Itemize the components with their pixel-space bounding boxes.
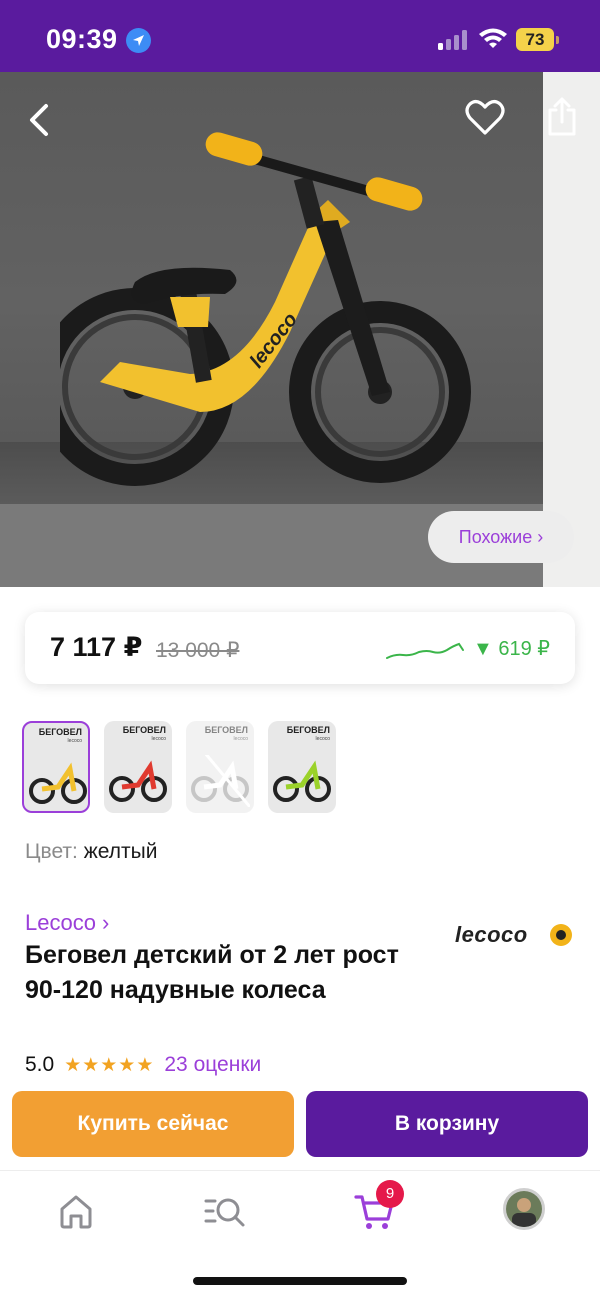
product-image-gallery[interactable]: lecoco Похожие ›	[0, 72, 600, 587]
current-price: 7 117 ₽	[50, 632, 143, 662]
variant-red[interactable]: БЕГОВЕЛ lecoco	[104, 721, 172, 813]
back-arrow-icon[interactable]	[22, 100, 58, 140]
variant-label: БЕГОВЕЛ	[122, 725, 166, 735]
buy-now-button[interactable]: Купить сейчас	[12, 1091, 294, 1157]
cart-count-badge: 9	[376, 1180, 404, 1208]
wifi-icon	[479, 28, 507, 48]
battery-nub	[556, 36, 559, 44]
variant-brand: lecoco	[233, 736, 248, 742]
price-history-sparkline[interactable]	[385, 636, 465, 662]
rating-count-link[interactable]: 23 оценки	[164, 1053, 261, 1077]
rating-row[interactable]: 5.0 ★★★★★ 23 оценки	[25, 1053, 261, 1077]
variant-white-unavailable[interactable]: БЕГОВЕЛ lecoco	[186, 721, 254, 813]
price-drop-amount: ▼ 619 ₽	[473, 638, 551, 660]
location-arrow-icon	[126, 28, 151, 53]
profile-avatar[interactable]	[503, 1188, 545, 1230]
battery-indicator: 73	[516, 28, 560, 51]
product-screen: 09:39 73 lecoco Похожие › 7 117 ₽ 13 000…	[0, 0, 600, 1297]
variant-brand: lecoco	[315, 736, 330, 742]
product-title: Беговел детский от 2 лет рост 90-120 над…	[25, 941, 399, 1004]
variant-bike-thumb	[29, 762, 87, 804]
product-photo[interactable]: lecoco	[0, 72, 543, 587]
variant-label: БЕГОВЕЛ	[286, 725, 330, 735]
brand-link[interactable]: Lecoco ›	[25, 910, 109, 936]
brand-logo[interactable]: lecoco	[455, 922, 528, 948]
old-price: 13 000 ₽	[156, 639, 240, 662]
cellular-signal-icon	[438, 30, 467, 50]
catalog-search-icon[interactable]	[203, 1189, 247, 1233]
rating-stars: ★★★★★	[64, 1054, 155, 1076]
add-to-cart-button[interactable]: В корзину	[306, 1091, 588, 1157]
home-icon[interactable]	[54, 1189, 98, 1233]
brand-logo-mark	[550, 924, 572, 946]
battery-level: 73	[516, 28, 554, 51]
price-card[interactable]: 7 117 ₽ 13 000 ₽ ▼ 619 ₽	[25, 612, 575, 684]
variant-brand: lecoco	[151, 736, 166, 742]
variant-label: БЕГОВЕЛ	[204, 725, 248, 735]
favorite-heart-icon[interactable]	[464, 98, 506, 138]
rating-score: 5.0	[25, 1053, 55, 1076]
variant-yellow[interactable]: БЕГОВЕЛ lecoco	[22, 721, 90, 813]
color-label: Цвет:	[25, 840, 78, 863]
variant-bike-thumb	[109, 760, 167, 802]
similar-products-button[interactable]: Похожие ›	[428, 511, 574, 563]
avatar-image	[506, 1191, 542, 1227]
variant-bike-thumb	[191, 755, 250, 807]
selected-color: Цвет: желтый	[25, 840, 157, 864]
variant-green[interactable]: БЕГОВЕЛ lecoco	[268, 721, 336, 813]
status-time: 09:39	[46, 24, 118, 54]
status-bar: 09:39 73	[0, 0, 600, 72]
balance-bike-image: lecoco	[60, 132, 471, 486]
variant-label: БЕГОВЕЛ	[38, 727, 82, 737]
variant-brand: lecoco	[67, 738, 82, 744]
variant-bike-thumb	[273, 760, 331, 802]
home-indicator	[193, 1277, 407, 1285]
next-photo-peek[interactable]	[543, 72, 600, 587]
share-icon[interactable]	[544, 96, 580, 138]
color-value: желтый	[83, 840, 158, 863]
